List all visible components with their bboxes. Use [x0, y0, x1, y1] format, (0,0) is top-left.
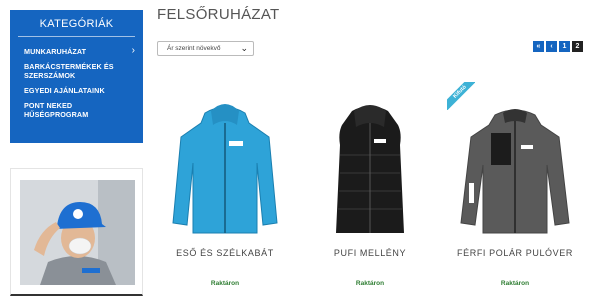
category-item-label: EGYEDI AJÁNLATAINK — [24, 86, 105, 95]
category-item-barkacs[interactable]: BARKÁCSTERMÉKEK ÉS SZERSZÁMOK — [24, 62, 135, 80]
category-item-egyedi[interactable]: EGYEDI AJÁNLATAINK — [24, 86, 135, 95]
page-1-button[interactable]: 1 — [559, 41, 570, 52]
product-name[interactable]: ESŐ ÉS SZÉLKABÁT — [155, 248, 295, 258]
promo-card[interactable] — [10, 168, 143, 296]
prev-page-button[interactable]: ‹ — [546, 41, 557, 52]
category-item-munkaruhazat[interactable]: MUNKARUHÁZAT › — [24, 45, 135, 57]
product-card[interactable]: ESŐ ÉS SZÉLKABÁT Raktáron — [155, 78, 295, 296]
product-card[interactable]: FÉRFI POLÁR PULÓVER Raktáron — [445, 78, 585, 296]
page-2-button[interactable]: 2 — [572, 41, 583, 52]
product-name[interactable]: FÉRFI POLÁR PULÓVER — [445, 248, 585, 258]
first-page-button[interactable]: « — [533, 41, 544, 52]
chevron-down-icon: ⌄ — [240, 43, 248, 53]
promo-image — [20, 180, 135, 285]
stock-status: Raktáron — [210, 280, 240, 287]
discontinued-badge: Kifutó — [447, 82, 475, 110]
sort-select-value: Ár szerint növekvő — [167, 45, 221, 52]
badge-label: Kifutó — [447, 82, 475, 110]
category-title: KATEGÓRIÁK — [18, 18, 135, 37]
category-item-label: MUNKARUHÁZAT — [24, 47, 87, 56]
stock-status: Raktáron — [500, 280, 530, 287]
vest-image — [336, 105, 404, 233]
category-item-label: PONT NEKED HŰSÉGPROGRAM — [24, 101, 89, 119]
page: KATEGÓRIÁK MUNKARUHÁZAT › BARKÁCSTERMÉKE… — [0, 0, 600, 300]
chevron-right-icon: › — [131, 45, 135, 56]
stock-status: Raktáron — [355, 280, 385, 287]
rain-jacket-image — [172, 104, 278, 234]
category-list: MUNKARUHÁZAT › BARKÁCSTERMÉKEK ÉS SZERSZ… — [10, 37, 143, 120]
worker-illustration — [20, 180, 135, 285]
sort-select[interactable]: Ár szerint növekvő ⌄ — [157, 41, 254, 56]
fleece-jacket-image — [460, 109, 570, 234]
product-name[interactable]: PUFI MELLÉNY — [300, 248, 440, 258]
product-card[interactable]: PUFI MELLÉNY Raktáron — [300, 78, 440, 296]
page-title: FELSŐRUHÁZAT — [157, 6, 280, 23]
pagination: « ‹ 1 2 — [533, 41, 583, 52]
category-panel: KATEGÓRIÁK MUNKARUHÁZAT › BARKÁCSTERMÉKE… — [10, 10, 143, 143]
category-item-husegprogram[interactable]: PONT NEKED HŰSÉGPROGRAM — [24, 101, 135, 119]
category-item-label: BARKÁCSTERMÉKEK ÉS SZERSZÁMOK — [24, 62, 114, 80]
